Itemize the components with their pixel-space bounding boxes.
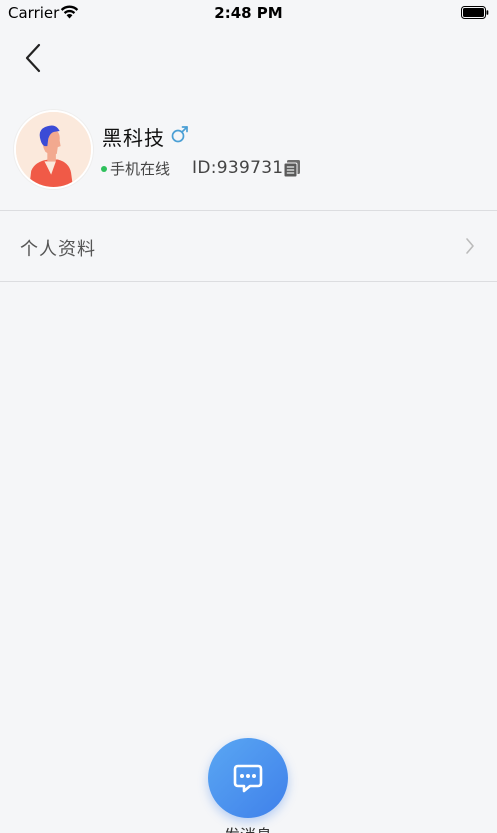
chat-bubble-icon (233, 764, 263, 793)
profile-screen: Carrier 2:48 PM 黑科技 手机在线 ID:939731 个人资料 (0, 0, 497, 833)
menu-item-profile-info[interactable]: 个人资料 (0, 211, 497, 281)
status-bar: Carrier 2:48 PM (0, 0, 497, 26)
chevron-left-icon (25, 43, 41, 73)
user-id: ID:939731 (192, 158, 284, 178)
battery-icon (461, 6, 489, 19)
online-status: 手机在线 (110, 160, 171, 178)
avatar (14, 110, 93, 189)
user-name: 黑科技 (102, 126, 165, 150)
chevron-right-icon (466, 238, 474, 254)
male-icon (171, 126, 188, 143)
menu-item-label: 个人资料 (20, 239, 96, 260)
online-indicator (101, 166, 107, 172)
copy-icon[interactable] (283, 159, 301, 178)
status-time: 2:48 PM (214, 4, 283, 22)
divider (0, 281, 497, 282)
send-message-label: 发消息 (208, 822, 288, 833)
back-button[interactable] (18, 40, 50, 76)
avatar-illustration (16, 112, 91, 187)
send-message-button[interactable] (208, 738, 288, 818)
